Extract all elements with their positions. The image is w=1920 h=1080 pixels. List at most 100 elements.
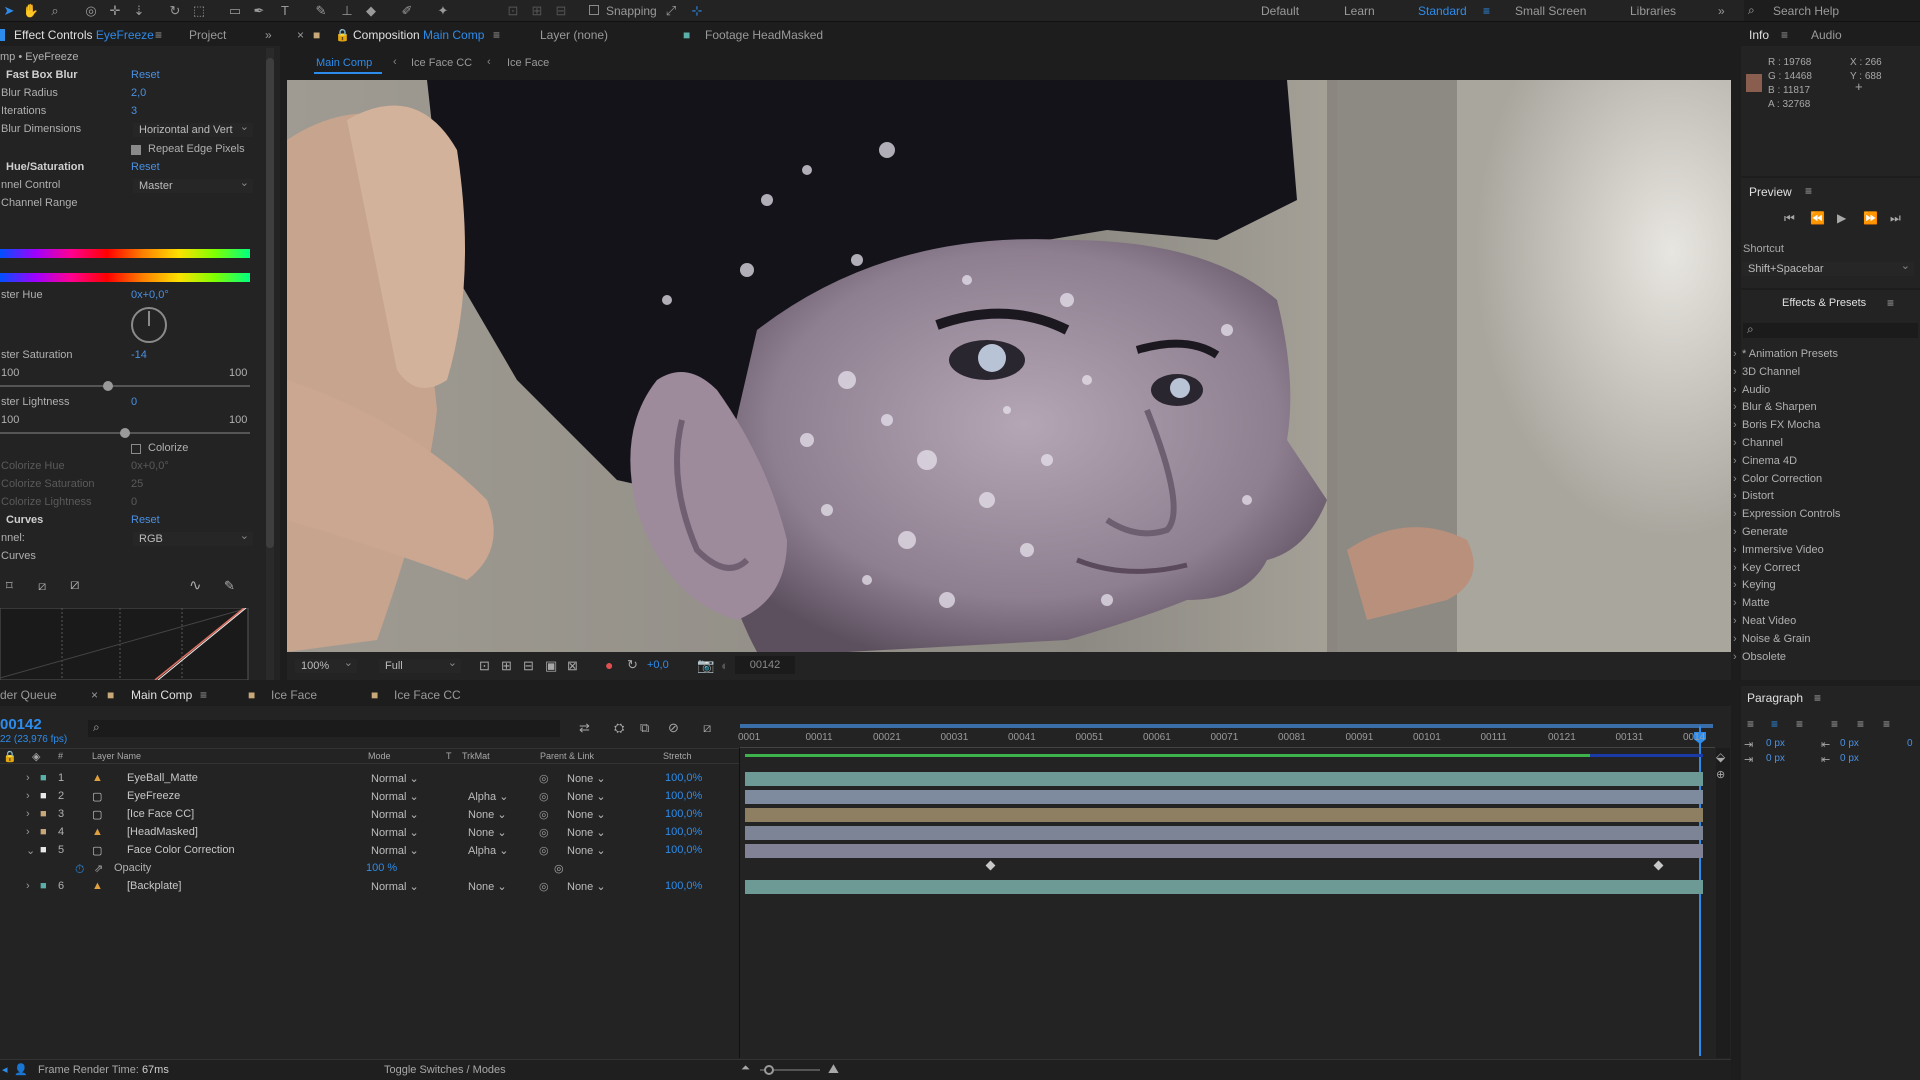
resolution-dropdown[interactable]: Full (379, 656, 461, 673)
comp-nav-ice-face[interactable]: Ice Face (507, 57, 549, 69)
layer-expand-icon[interactable]: › (26, 772, 30, 784)
layer-stretch-value[interactable]: 100,0% (665, 808, 702, 820)
parent-pickwhip-icon[interactable]: ◎ (539, 772, 549, 785)
brush-tool-icon[interactable]: ✎ (312, 2, 330, 20)
pickwhip-icon[interactable]: ◎ (554, 862, 564, 875)
tab-ice-face-cc[interactable]: Ice Face CC (394, 688, 461, 702)
info-menu-icon[interactable]: ≡ (1781, 28, 1788, 42)
channel-control-dropdown[interactable]: Master (133, 176, 253, 193)
parent-pickwhip-icon[interactable]: ◎ (539, 808, 549, 821)
layer-trkmat-dropdown[interactable]: Alpha ⌄ (468, 790, 508, 803)
channel-range-bar-bottom[interactable] (0, 273, 250, 282)
curves-bezier-icon[interactable]: ∿ (189, 576, 202, 594)
layer-name[interactable]: [HeadMasked] (127, 826, 198, 838)
preview-menu-icon[interactable]: ≡ (1805, 184, 1812, 198)
effects-search-input[interactable]: ⌕ (1743, 322, 1918, 338)
close-comp-tab-icon[interactable]: × (297, 28, 304, 42)
rectangle-tool-icon[interactable]: ▭ (226, 2, 244, 20)
curves-channel-toggle-icon[interactable]: ⌑ (6, 578, 13, 594)
layer-name[interactable]: EyeFreeze (127, 790, 180, 802)
effect-controls-scroll-thumb[interactable] (266, 58, 274, 548)
workspace-libraries[interactable]: Libraries (1630, 4, 1676, 18)
saturation-slider-thumb[interactable] (103, 381, 114, 391)
layer-stretch-value[interactable]: 100,0% (665, 844, 702, 856)
layer-trkmat-dropdown[interactable]: Alpha ⌄ (468, 844, 508, 857)
layer-parent-dropdown[interactable]: None ⌄ (567, 808, 606, 821)
effect-controls-scrollbar[interactable] (266, 48, 274, 680)
effect-fast-box-blur[interactable]: Fast Box Blur (6, 69, 78, 81)
layer-mode-dropdown[interactable]: Normal ⌄ (371, 790, 419, 803)
layer-label-color-icon[interactable]: ■ (40, 826, 47, 838)
zoom-in-icon[interactable]: ⛰ (828, 1061, 839, 1077)
layer-parent-dropdown[interactable]: None ⌄ (567, 826, 606, 839)
justify-center-icon[interactable]: ≡ (1857, 717, 1864, 731)
effect-curves[interactable]: Curves (6, 514, 43, 526)
justify-left-icon[interactable]: ≡ (1831, 717, 1838, 731)
timeline-zoom-thumb[interactable] (764, 1065, 774, 1075)
first-frame-icon[interactable]: ⏮ (1784, 211, 1795, 226)
close-main-comp-tab-icon[interactable]: × (91, 688, 98, 702)
mode-column-header[interactable]: Mode (368, 751, 391, 761)
tab-info[interactable]: Info (1749, 28, 1769, 42)
effects-category-item[interactable]: Blur & Sharpen (1733, 401, 1817, 413)
comp-nav-main-comp[interactable]: Main Comp (316, 57, 372, 69)
layer-parent-dropdown[interactable]: None ⌄ (567, 772, 606, 785)
effects-category-item[interactable]: * Animation Presets (1733, 348, 1838, 360)
timeline-comp-button-icon[interactable]: ⊕ (1716, 768, 1725, 781)
effects-category-item[interactable]: Expression Controls (1733, 508, 1840, 520)
effects-presets-menu-icon[interactable]: ≡ (1887, 296, 1894, 310)
zoom-out-icon[interactable]: ⏶ (741, 1062, 750, 1075)
curves-reset-link[interactable]: Reset (131, 514, 160, 526)
layer-name[interactable]: [Ice Face CC] (127, 808, 194, 820)
stopwatch-icon[interactable]: ⏱ (75, 862, 84, 877)
layer-label-color-icon[interactable]: ■ (40, 808, 47, 820)
indent-first-value[interactable]: 0 px (1766, 753, 1785, 764)
hand-tool-icon[interactable]: ✋ (22, 2, 40, 20)
fast-previews-icon[interactable]: ⊡ (479, 658, 490, 674)
indent-right-value[interactable]: 0 (1907, 738, 1913, 749)
tab-layer[interactable]: Layer (none) (540, 28, 608, 42)
curves-resize-small-icon[interactable]: ⧄ (38, 578, 46, 594)
axis-view-icon[interactable]: ⊟ (552, 2, 570, 20)
timeline-zoom-slider[interactable] (760, 1065, 820, 1075)
lightness-slider-thumb[interactable] (120, 428, 130, 438)
timeline-menu-icon[interactable]: ≡ (200, 688, 207, 702)
timeline-search-input[interactable]: ⌕ (88, 720, 560, 737)
panel-overflow-icon[interactable]: » (265, 28, 272, 42)
blur-dimensions-dropdown[interactable]: Horizontal and Vert (133, 120, 253, 137)
show-snapshot-icon[interactable]: ◐ (721, 658, 729, 673)
master-saturation-value[interactable]: -14 (131, 349, 147, 361)
timeline-layer-row[interactable]: › ■ 2 ▢ EyeFreeze Normal ⌄ Alpha ⌄ ◎ None ⌄ 100,0… (0, 788, 740, 805)
keyframe-1[interactable] (985, 860, 996, 871)
parent-pickwhip-icon[interactable]: ◎ (539, 790, 549, 803)
effects-category-item[interactable]: Channel (1733, 437, 1783, 449)
zoom-dropdown[interactable]: 100% (295, 656, 357, 673)
next-frame-icon[interactable]: ⏩ (1863, 211, 1878, 225)
trkmat-column-header[interactable]: TrkMat (462, 751, 490, 761)
eraser-tool-icon[interactable]: ◆ (362, 2, 380, 20)
timeline-current-time[interactable]: 00142 (0, 716, 42, 733)
layer-duration-bar[interactable] (745, 790, 1703, 804)
reset-exposure-icon[interactable]: ↻ (627, 657, 638, 673)
align-right-icon[interactable]: ≡ (1796, 717, 1803, 731)
master-hue-dial[interactable] (131, 307, 167, 343)
effects-category-item[interactable]: 3D Channel (1733, 366, 1800, 378)
comp-mini-flowchart-icon[interactable]: ⇄ (579, 720, 590, 736)
shy-layers-icon[interactable]: ⧉ (640, 720, 649, 736)
effects-category-item[interactable]: Color Correction (1733, 473, 1822, 485)
effects-category-item[interactable]: Cinema 4D (1733, 455, 1797, 467)
layer-stretch-value[interactable]: 100,0% (665, 790, 702, 802)
layer-expand-icon[interactable]: › (26, 790, 30, 802)
layer-duration-bar[interactable] (745, 772, 1703, 786)
layer-label-color-icon[interactable]: ■ (40, 772, 47, 784)
previous-frame-icon[interactable]: ⏪ (1810, 211, 1825, 225)
dolly-tool-icon[interactable]: ⇣ (130, 2, 148, 20)
channel-range-bar-top[interactable] (0, 249, 250, 258)
layer-mode-dropdown[interactable]: Normal ⌄ (371, 880, 419, 893)
curves-pencil-icon[interactable]: ✎ (224, 578, 235, 594)
timeline-layer-row[interactable]: › ■ 1 ▲ EyeBall_Matte Normal ⌄ ◎ None ⌄ 100,0% (0, 770, 740, 787)
clone-stamp-tool-icon[interactable]: ⊥ (338, 2, 356, 20)
layer-trkmat-dropdown[interactable]: None ⌄ (468, 808, 507, 821)
parent-pickwhip-icon[interactable]: ◎ (539, 844, 549, 857)
timeline-layer-row[interactable]: › ■ 6 ▲ [Backplate] Normal ⌄ None ⌄ ◎ None ⌄ 100,… (0, 878, 740, 895)
